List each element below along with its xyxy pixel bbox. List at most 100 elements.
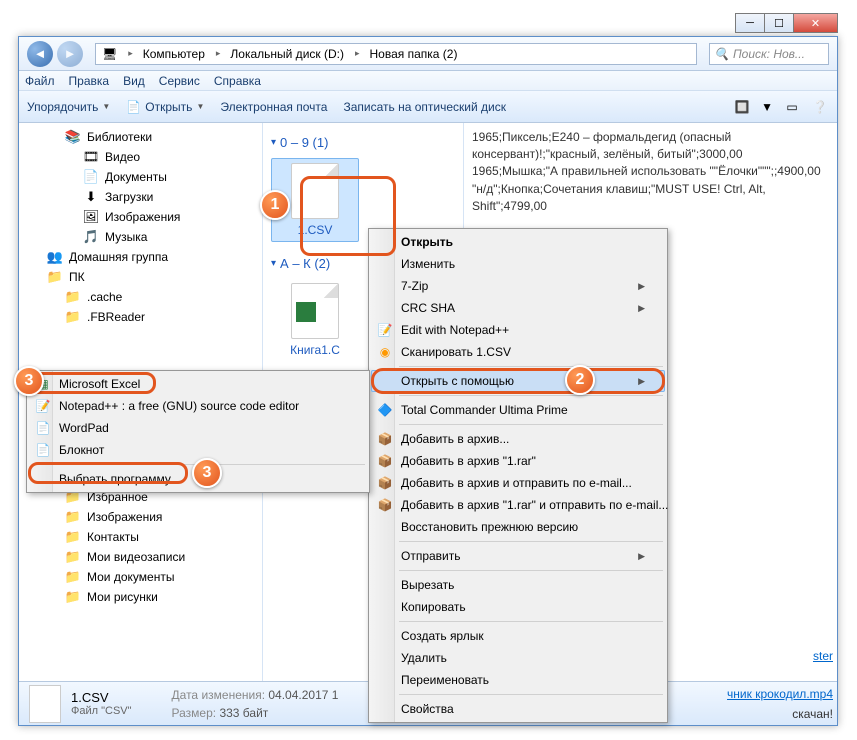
tree-homegroup[interactable]: 👥Домашняя группа (19, 247, 262, 267)
ctx-wordpad[interactable]: 📄WordPad (29, 417, 367, 439)
tree-pc[interactable]: 📁ПК (19, 267, 262, 287)
computer-icon: 🖥 (102, 47, 117, 61)
status-date: 04.04.2017 1 (268, 688, 338, 702)
tree-item[interactable]: ⬇Загрузки (19, 187, 262, 207)
preview-pane-icon[interactable]: ▭ (783, 98, 801, 116)
tree-item[interactable]: 📁Мои документы (19, 567, 262, 587)
folder-icon: 📁 (47, 269, 63, 285)
tree-item[interactable]: 📁Контакты (19, 527, 262, 547)
winrar-icon: 📦 (377, 497, 393, 513)
menu-file[interactable]: Файл (25, 74, 55, 88)
music-icon: 🎵 (83, 229, 99, 245)
winrar-icon: 📦 (377, 475, 393, 491)
wordpad-icon: 📄 (35, 420, 51, 436)
maximize-button[interactable]: ☐ (764, 13, 794, 33)
notepadpp-icon: 📝 (377, 322, 393, 338)
ctx-npp[interactable]: 📝Notepad++ : a free (GNU) source code ed… (29, 395, 367, 417)
ctx-rename[interactable]: Переименовать (371, 669, 665, 691)
tree-libraries[interactable]: 📚Библиотеки (19, 127, 262, 147)
breadcrumb[interactable]: Компьютер (137, 47, 212, 61)
folder-icon: 📁 (65, 589, 81, 605)
back-button[interactable]: ◄ (27, 41, 53, 67)
view-icon[interactable]: 🔲 (733, 98, 751, 116)
tree-item[interactable]: 📄Документы (19, 167, 262, 187)
burn-button[interactable]: Записать на оптический диск (343, 100, 506, 114)
view-dropdown[interactable]: ▼ (761, 100, 773, 114)
search-input[interactable]: 🔍 Поиск: Нов... (709, 43, 829, 65)
breadcrumb[interactable]: Локальный диск (D:) (224, 47, 351, 61)
menu-edit[interactable]: Правка (69, 74, 110, 88)
ctx-shortcut[interactable]: Создать ярлык (371, 625, 665, 647)
callout-badge-3b: 3 (192, 458, 222, 488)
scan-icon: ◉ (377, 344, 393, 360)
folder-icon: 📁 (65, 529, 81, 545)
notepadpp-icon: 📝 (35, 398, 51, 414)
callout-ring-3a (28, 372, 156, 394)
tree-item[interactable]: 🎵Музыка (19, 227, 262, 247)
tree-item[interactable]: 🎞Видео (19, 147, 262, 167)
nav-bar: ◄ ► 🖥▸ Компьютер▸ Локальный диск (D:)▸ Н… (19, 37, 837, 71)
notepad-icon: 📄 (35, 442, 51, 458)
menu-view[interactable]: Вид (123, 74, 145, 88)
ctx-cut[interactable]: Вырезать (371, 574, 665, 596)
callout-ring-2 (371, 368, 665, 394)
group-header[interactable]: 0 – 9 (1) (271, 135, 455, 150)
ctx-editnp[interactable]: 📝Edit with Notepad++ (371, 319, 665, 341)
extra-link[interactable]: ster (813, 649, 833, 663)
folder-icon: 📁 (65, 549, 81, 565)
open-button[interactable]: 📄Открыть▼ (126, 100, 204, 114)
ctx-archive[interactable]: 📦Добавить в архив "1.rar" и отправить по… (371, 494, 665, 516)
ctx-archive[interactable]: 📦Добавить в архив и отправить по e-mail.… (371, 472, 665, 494)
winrar-icon: 📦 (377, 453, 393, 469)
ctx-7zip[interactable]: 7-Zip▶ (371, 275, 665, 297)
video-icon: 🎞 (83, 149, 99, 165)
ctx-open[interactable]: Открыть (371, 231, 665, 253)
email-button[interactable]: Электронная почта (220, 100, 327, 114)
callout-ring-3b (28, 462, 188, 484)
document-icon: 📄 (83, 169, 99, 185)
status-date-label: Дата изменения: (172, 688, 266, 702)
homegroup-icon: 👥 (47, 249, 63, 265)
ctx-archive[interactable]: 📦Добавить в архив... (371, 428, 665, 450)
close-button[interactable]: ✕ (793, 13, 838, 33)
tree-item[interactable]: 📁Мои видеозаписи (19, 547, 262, 567)
libraries-icon: 📚 (65, 129, 81, 145)
ctx-archive[interactable]: 📦Добавить в архив "1.rar" (371, 450, 665, 472)
callout-badge-2: 2 (565, 365, 595, 395)
callout-badge-1: 1 (260, 190, 290, 220)
file-book1[interactable]: Книга1.С (271, 279, 359, 361)
ctx-edit[interactable]: Изменить (371, 253, 665, 275)
minimize-button[interactable]: ─ (735, 13, 765, 33)
ctx-scan[interactable]: ◉Сканировать 1.CSV (371, 341, 665, 363)
extra-link[interactable]: чник крокодил.mp4 (727, 687, 833, 701)
toolbar: Упорядочить▼ 📄Открыть▼ Электронная почта… (19, 91, 837, 123)
menu-tools[interactable]: Сервис (159, 74, 200, 88)
ctx-delete[interactable]: Удалить (371, 647, 665, 669)
address-bar[interactable]: 🖥▸ Компьютер▸ Локальный диск (D:)▸ Новая… (95, 43, 697, 65)
ctx-properties[interactable]: Свойства (371, 698, 665, 720)
search-placeholder: Поиск: Нов... (733, 47, 805, 61)
status-size-label: Размер: (172, 706, 217, 720)
tree-item[interactable]: 📁Изображения (19, 507, 262, 527)
download-icon: ⬇ (83, 189, 99, 205)
ctx-copy[interactable]: Копировать (371, 596, 665, 618)
tree-item[interactable]: 🖼Изображения (19, 207, 262, 227)
help-icon[interactable]: ❔ (811, 98, 829, 116)
breadcrumb[interactable]: Новая папка (2) (364, 47, 465, 61)
status-size: 333 байт (219, 706, 268, 720)
winrar-icon: 📦 (377, 431, 393, 447)
tree-item[interactable]: 📁Мои рисунки (19, 587, 262, 607)
ctx-notepad[interactable]: 📄Блокнот (29, 439, 367, 461)
organize-button[interactable]: Упорядочить▼ (27, 100, 110, 114)
ctx-crc[interactable]: CRC SHA▶ (371, 297, 665, 319)
callout-badge-3a: 3 (14, 366, 44, 396)
ctx-totalcmd[interactable]: 🔷Total Commander Ultima Prime (371, 399, 665, 421)
menu-help[interactable]: Справка (214, 74, 261, 88)
tree-item[interactable]: 📁.cache (19, 287, 262, 307)
tree-item[interactable]: 📁.FBReader (19, 307, 262, 327)
ctx-send[interactable]: Отправить▶ (371, 545, 665, 567)
excel-file-icon (291, 283, 339, 339)
forward-button[interactable]: ► (57, 41, 83, 67)
file-icon (29, 685, 61, 723)
ctx-restore[interactable]: Восстановить прежнюю версию (371, 516, 665, 538)
